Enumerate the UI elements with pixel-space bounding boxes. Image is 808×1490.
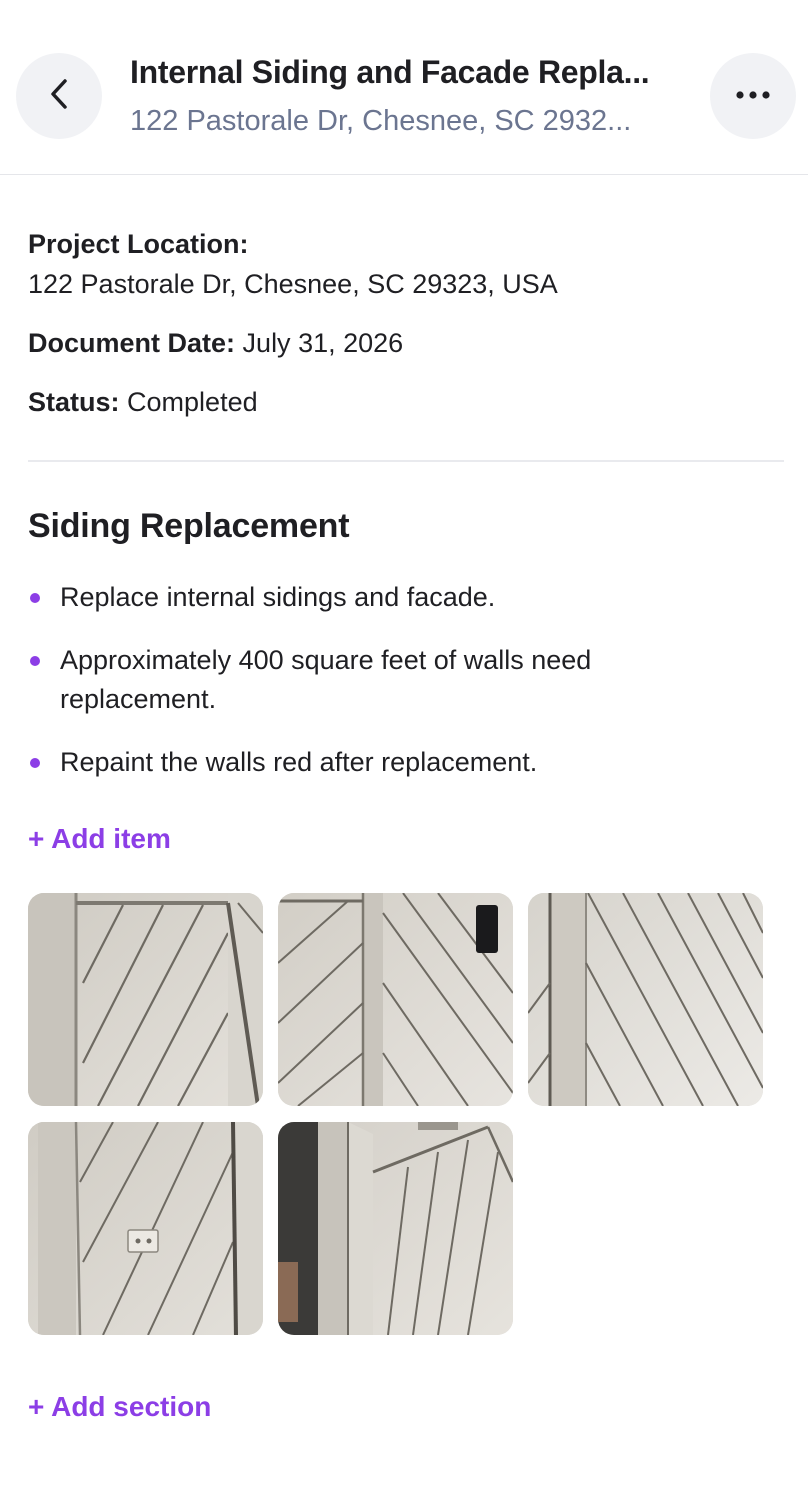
section-items-list: Replace internal sidings and facade. App…	[28, 578, 728, 806]
siding-photo[interactable]	[278, 893, 513, 1106]
project-details: Project Location: 122 Pastorale Dr, Ches…	[28, 224, 784, 422]
list-item[interactable]: Approximately 400 square feet of walls n…	[28, 641, 728, 719]
add-item-button[interactable]: + Add item	[28, 821, 171, 857]
siding-photo[interactable]	[28, 1122, 263, 1335]
list-item[interactable]: Repaint the walls red after replacement.	[28, 743, 728, 782]
status-label: Status:	[28, 387, 120, 417]
divider	[28, 460, 784, 462]
more-horizontal-icon	[735, 87, 771, 105]
siding-photo[interactable]	[528, 893, 763, 1106]
document-date: Document Date: July 31, 2026	[28, 323, 784, 363]
bullet-dot-icon	[30, 758, 40, 768]
list-item[interactable]: Replace internal sidings and facade.	[28, 578, 728, 617]
header-titles: Internal Siding and Facade Repla... 122 …	[130, 52, 690, 138]
siding-photo[interactable]	[28, 893, 263, 1106]
bullet-dot-icon	[30, 656, 40, 666]
status: Status: Completed	[28, 382, 784, 422]
more-options-button[interactable]	[710, 53, 796, 139]
chevron-left-icon	[48, 77, 70, 116]
page-title: Internal Siding and Facade Repla...	[130, 54, 650, 90]
section-title: Siding Replacement	[28, 507, 350, 545]
document-date-label: Document Date:	[28, 328, 236, 358]
back-button[interactable]	[16, 53, 102, 139]
bullet-dot-icon	[30, 593, 40, 603]
status-value: Completed	[127, 387, 258, 417]
top-app-bar: Internal Siding and Facade Repla... 122 …	[0, 0, 808, 175]
list-item-text: Repaint the walls red after replacement.	[60, 747, 538, 777]
list-item-text: Replace internal sidings and facade.	[60, 582, 496, 612]
page-subtitle-address: 122 Pastorale Dr, Chesnee, SC 2932...	[130, 105, 632, 137]
document-date-value: July 31, 2026	[242, 328, 404, 358]
project-location-value: 122 Pastorale Dr, Chesnee, SC 29323, USA	[28, 269, 558, 299]
list-item-text: Approximately 400 square feet of walls n…	[60, 645, 592, 714]
add-section-button[interactable]: + Add section	[28, 1389, 211, 1425]
project-location-label: Project Location:	[28, 224, 784, 264]
location-label-text: Project Location:	[28, 229, 249, 259]
siding-photo[interactable]	[278, 1122, 513, 1335]
